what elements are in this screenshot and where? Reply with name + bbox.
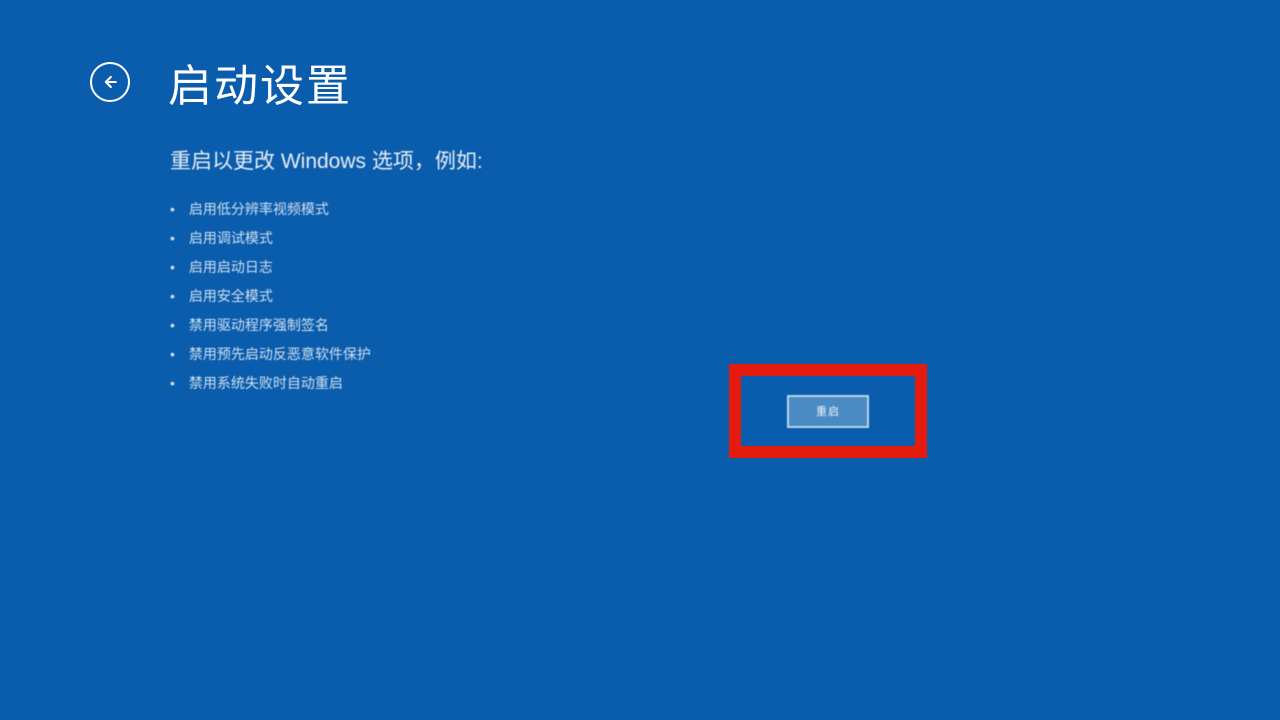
content-area: 重启以更改 Windows 选项，例如: 启用低分辨率视频模式 启用调试模式 启…: [170, 145, 483, 402]
back-button[interactable]: [90, 62, 130, 102]
startup-option-item: 启用低分辨率视频模式: [170, 199, 483, 219]
startup-option-item: 禁用驱动程序强制签名: [170, 315, 483, 335]
startup-option-item: 禁用系统失败时自动重启: [170, 373, 483, 393]
restart-button[interactable]: 重启: [787, 395, 869, 428]
page-title: 启动设置: [168, 50, 352, 114]
highlight-annotation: 重启: [729, 364, 927, 458]
startup-option-item: 启用启动日志: [170, 257, 483, 277]
subtitle: 重启以更改 Windows 选项，例如:: [170, 145, 483, 175]
startup-option-item: 禁用预先启动反恶意软件保护: [170, 344, 483, 364]
startup-options-list: 启用低分辨率视频模式 启用调试模式 启用启动日志 启用安全模式 禁用驱动程序强制…: [170, 199, 483, 393]
startup-option-item: 启用安全模式: [170, 286, 483, 306]
arrow-left-icon: [100, 72, 120, 92]
startup-option-item: 启用调试模式: [170, 228, 483, 248]
